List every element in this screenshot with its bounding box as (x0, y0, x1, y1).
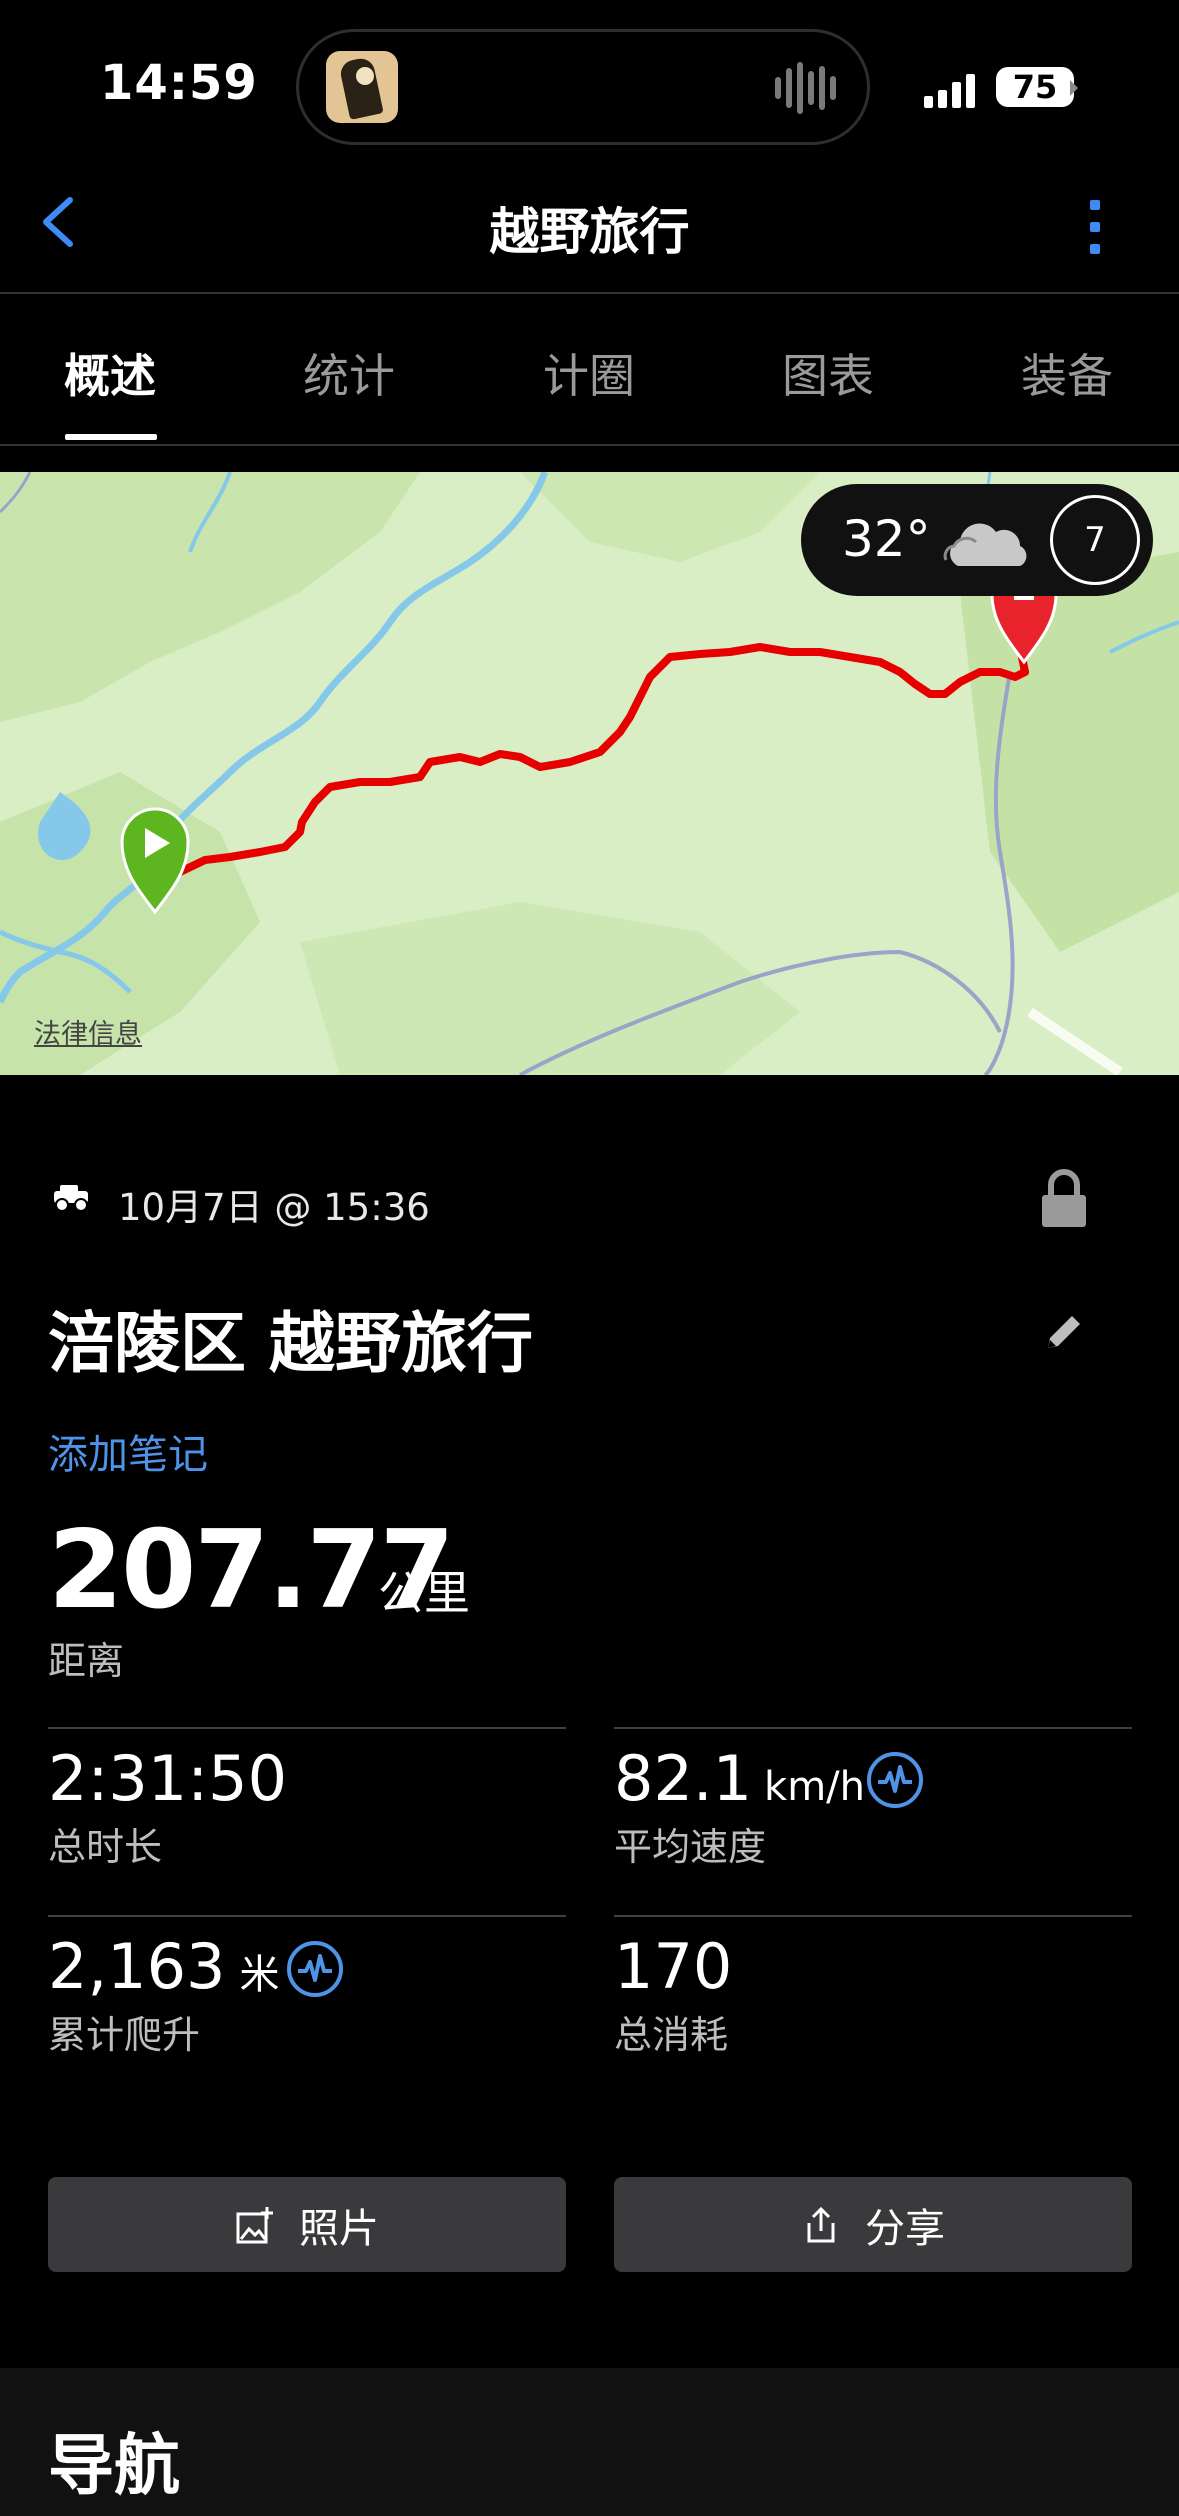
distance-unit: 公里 (378, 1566, 470, 1620)
activity-title: 涪陵区 越野旅行 (48, 1305, 533, 1382)
cellular-signal-icon (924, 70, 976, 108)
page-title: 越野旅行 (489, 203, 690, 261)
status-time: 14:59 (100, 55, 258, 111)
pencil-icon[interactable] (1042, 1310, 1086, 1354)
share-icon (807, 2206, 835, 2242)
photos-label: 照片 (299, 2205, 379, 2252)
tab-gear[interactable]: 装备 (947, 340, 1179, 406)
header-divider (0, 292, 1179, 294)
stat-label: 总时长 (48, 1825, 163, 1869)
stat-value: 2,163 (48, 1930, 226, 2003)
elevation-pulse-icon[interactable] (286, 1940, 344, 1998)
stat-avg-speed: 82.1 km/h (614, 1742, 865, 1815)
lock-icon[interactable] (1039, 1167, 1089, 1229)
battery-indicator: 75 (996, 67, 1074, 107)
more-vertical-icon[interactable] (1084, 200, 1106, 256)
share-label: 分享 (865, 2205, 945, 2252)
stat-label: 累计爬升 (48, 2013, 201, 2057)
tab-stats[interactable]: 统计 (229, 340, 469, 406)
section-title: 导航 (48, 2427, 180, 2504)
stat-ascent: 2,163 米 (48, 1930, 280, 2003)
add-note-link[interactable]: 添加笔记 (48, 1422, 208, 1480)
now-playing-artwork[interactable] (326, 51, 398, 123)
temperature: 32° (842, 510, 931, 568)
cloud-icon (943, 523, 1027, 566)
tab-charts[interactable]: 图表 (708, 340, 948, 406)
stat-label: 平均速度 (614, 1825, 767, 1869)
stat-unit: 米 (239, 1952, 280, 1998)
audio-wave-icon (775, 62, 841, 114)
stat-duration: 2:31:50 (48, 1742, 287, 1815)
heart-rate-pulse-icon[interactable] (866, 1751, 924, 1809)
photos-button[interactable]: 照片 (48, 2177, 566, 2272)
share-button[interactable]: 分享 (614, 2177, 1132, 2272)
stat-label: 总消耗 (614, 2013, 729, 2057)
stat-divider (48, 1915, 566, 1917)
stat-divider (614, 1727, 1132, 1729)
legal-info-link[interactable]: 法律信息 (34, 1012, 142, 1051)
tab-overview[interactable]: 概述 (0, 340, 230, 406)
wind-indicator: 7 (1050, 495, 1140, 585)
add-photo-icon (236, 2206, 273, 2243)
tabs-divider (0, 444, 1179, 446)
stat-divider (48, 1727, 566, 1729)
stat-value: 170 (614, 1930, 733, 2003)
stat-divider (614, 1915, 1132, 1917)
stat-value: 2:31:50 (48, 1742, 288, 1815)
stat-unit: km/h (764, 1764, 866, 1810)
stat-calories: 170 (614, 1930, 732, 2003)
battery-tip-icon (1070, 80, 1078, 96)
activity-datetime: 10月7日 @ 15:36 (118, 1186, 430, 1229)
stat-value: 82.1 (614, 1742, 753, 1815)
distance-label: 距离 (48, 1639, 125, 1683)
offroad-vehicle-icon (54, 1185, 88, 1212)
active-tab-indicator (65, 434, 157, 440)
tab-laps[interactable]: 计圈 (469, 340, 709, 406)
